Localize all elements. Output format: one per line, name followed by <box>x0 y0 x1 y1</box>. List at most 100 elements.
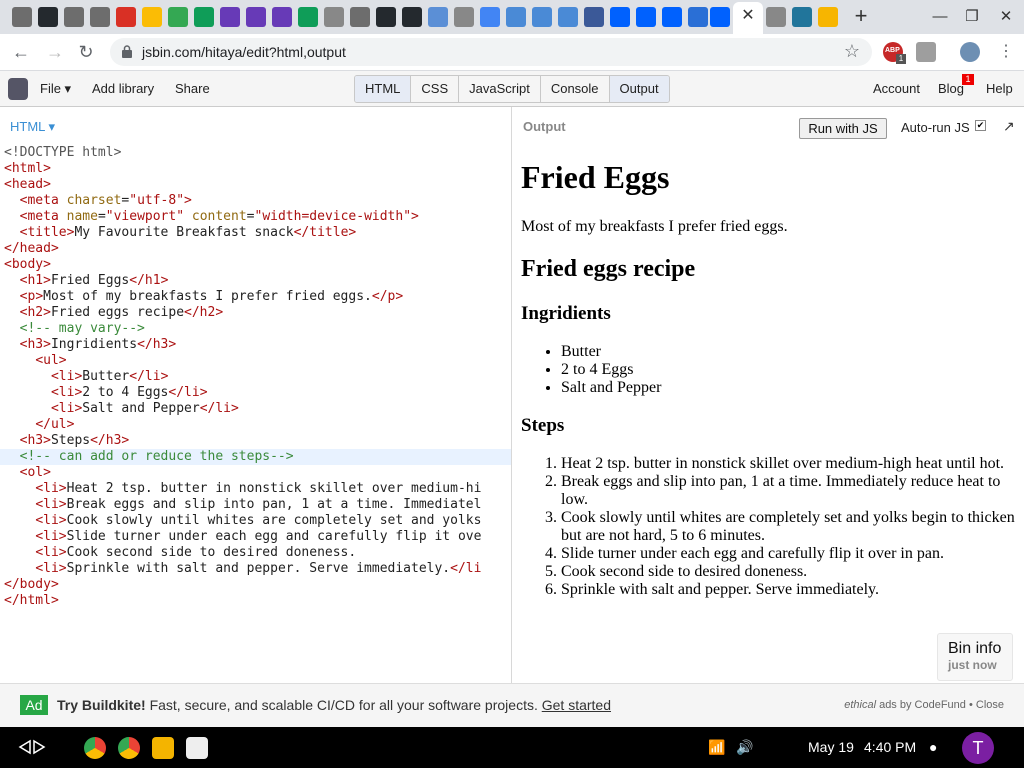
code-line[interactable]: <!-- can add or reduce the steps--> <box>0 449 511 465</box>
code-line[interactable]: <!-- may vary--> <box>0 321 511 337</box>
time-text[interactable]: 4:40 PM <box>864 739 916 755</box>
tab-favicon-icon[interactable] <box>168 7 188 27</box>
code-line[interactable]: <h1>Fried Eggs</h1> <box>0 273 511 289</box>
tab-favicon-icon[interactable] <box>64 7 84 27</box>
tab-favicon-icon[interactable] <box>480 7 500 27</box>
code-line[interactable]: <li>Slide turner under each egg and care… <box>0 529 511 545</box>
tab-output[interactable]: Output <box>609 76 669 102</box>
account-menu[interactable]: Account <box>873 81 920 96</box>
code-line[interactable]: <li>Cook second side to desired doneness… <box>0 545 511 561</box>
tab-favicon-icon[interactable] <box>38 7 58 27</box>
code-line[interactable]: <h3>Ingridients</h3> <box>0 337 511 353</box>
tab-favicon-icon[interactable] <box>116 7 136 27</box>
minimize-icon[interactable]: — <box>929 6 951 28</box>
run-with-js-button[interactable]: Run with JS <box>799 118 887 139</box>
autorun-checkbox[interactable]: ✔ <box>975 120 986 131</box>
tab-favicon-icon[interactable] <box>298 7 318 27</box>
tab-close-icon[interactable]: ✕ <box>740 6 756 26</box>
code-line[interactable]: <li>2 to 4 Eggs</li> <box>0 385 511 401</box>
tab-favicon-icon[interactable] <box>272 7 292 27</box>
extension-puzzle-icon[interactable] <box>916 42 936 62</box>
back-icon[interactable]: ← <box>10 41 32 63</box>
tab-favicon-icon[interactable] <box>350 7 370 27</box>
code-line[interactable]: <meta name="viewport" content="width=dev… <box>0 209 511 225</box>
bin-info-box[interactable]: Bin info just now <box>937 633 1013 681</box>
tab-favicon-icon[interactable] <box>12 7 32 27</box>
tab-favicon-icon[interactable] <box>610 7 630 27</box>
new-tab-button[interactable]: + <box>850 4 872 28</box>
tab-favicon-icon[interactable] <box>194 7 214 27</box>
code-line[interactable]: </head> <box>0 241 511 257</box>
address-bar[interactable]: jsbin.com/hitaya/edit?html,output ☆ <box>110 38 872 66</box>
share-menu[interactable]: Share <box>175 81 210 96</box>
profile-avatar[interactable] <box>960 42 980 62</box>
tab-favicon-icon[interactable] <box>636 7 656 27</box>
tab-favicon-icon[interactable] <box>662 7 682 27</box>
tab-favicon-icon[interactable] <box>220 7 240 27</box>
tab-favicon-icon[interactable] <box>584 7 604 27</box>
tab-html[interactable]: HTML <box>355 76 412 102</box>
tab-favicon-icon[interactable] <box>90 7 110 27</box>
tab-favicon-icon[interactable] <box>532 7 552 27</box>
help-menu[interactable]: Help <box>986 81 1013 96</box>
ad-attribution-text[interactable]: ads by CodeFund • Close <box>876 699 1004 711</box>
tab-favicon-icon[interactable] <box>818 7 838 27</box>
tab-javascript[interactable]: JavaScript <box>459 76 541 102</box>
window-close-icon[interactable]: ✕ <box>995 6 1017 28</box>
code-line[interactable]: <html> <box>0 161 511 177</box>
code-line[interactable]: <li>Butter</li> <box>0 369 511 385</box>
panel-language-label[interactable]: HTML ▾ <box>10 119 55 135</box>
google-plus-app-icon[interactable] <box>84 737 106 759</box>
code-line[interactable]: <body> <box>0 257 511 273</box>
code-line[interactable]: <meta charset="utf-8"> <box>0 193 511 209</box>
tab-favicon-icon[interactable] <box>558 7 578 27</box>
code-line[interactable]: </body> <box>0 577 511 593</box>
tab-css[interactable]: CSS <box>411 76 460 102</box>
code-line[interactable]: <li>Break eggs and slip into pan, 1 at a… <box>0 497 511 513</box>
code-line[interactable]: <li>Cook slowly until whites are complet… <box>0 513 511 529</box>
code-line[interactable]: <ul> <box>0 353 511 369</box>
ad-link[interactable]: Get started <box>542 697 611 713</box>
tab-favicon-icon[interactable] <box>324 7 344 27</box>
jsbin-logo-icon[interactable] <box>8 78 28 100</box>
date-text[interactable]: May 19 <box>808 739 854 755</box>
tab-favicon-icon[interactable] <box>454 7 474 27</box>
adblock-extension-icon[interactable]: ABP 1 <box>883 42 906 64</box>
forward-icon[interactable]: → <box>44 41 66 63</box>
tab-favicon-icon[interactable] <box>792 7 812 27</box>
code-line[interactable]: <head> <box>0 177 511 193</box>
code-line[interactable]: <li>Heat 2 tsp. butter in nonstick skill… <box>0 481 511 497</box>
bookmark-star-icon[interactable]: ☆ <box>844 41 860 62</box>
code-line[interactable]: <ol> <box>0 465 511 481</box>
files-app-icon[interactable] <box>152 737 174 759</box>
code-line[interactable]: <title>My Favourite Breakfast snack</tit… <box>0 225 511 241</box>
html-editor-panel[interactable]: HTML ▾ <!DOCTYPE html> <html> <head> <meta… <box>0 107 512 683</box>
add-library-menu[interactable]: Add library <box>92 81 154 96</box>
docs-app-icon[interactable] <box>186 737 208 759</box>
tab-favicon-icon[interactable] <box>246 7 266 27</box>
code-line[interactable]: <li>Salt and Pepper</li> <box>0 401 511 417</box>
volume-icon[interactable]: 🔊 <box>736 739 753 756</box>
chrome-app-icon[interactable] <box>118 737 140 759</box>
tab-favicon-icon[interactable] <box>506 7 526 27</box>
maximize-icon[interactable]: ❐ <box>961 6 983 28</box>
code-line[interactable]: <!DOCTYPE html> <box>0 145 511 161</box>
code-line[interactable]: <li>Sprinkle with salt and pepper. Serve… <box>0 561 511 577</box>
wifi-icon[interactable]: 📶 <box>708 739 725 756</box>
tab-console[interactable]: Console <box>540 76 610 102</box>
code-line[interactable]: <p>Most of my breakfasts I prefer fried … <box>0 289 511 305</box>
chrome-menu-icon[interactable]: ⋮ <box>995 41 1017 63</box>
blog-menu[interactable]: Blog <box>938 81 964 96</box>
launcher-icon[interactable] <box>18 739 46 755</box>
code-line[interactable]: <h3>Steps</h3> <box>0 433 511 449</box>
popout-icon[interactable]: ↗ <box>1003 118 1015 135</box>
tab-favicon-icon[interactable] <box>766 7 786 27</box>
code-line[interactable]: </ul> <box>0 417 511 433</box>
tab-favicon-icon[interactable] <box>710 7 730 27</box>
tab-favicon-icon[interactable] <box>376 7 396 27</box>
tab-favicon-icon[interactable] <box>428 7 448 27</box>
file-menu[interactable]: File ▾ <box>40 81 71 97</box>
code-line[interactable]: </html> <box>0 593 511 609</box>
reload-icon[interactable]: ↻ <box>75 41 97 63</box>
user-avatar[interactable]: T <box>962 732 994 764</box>
